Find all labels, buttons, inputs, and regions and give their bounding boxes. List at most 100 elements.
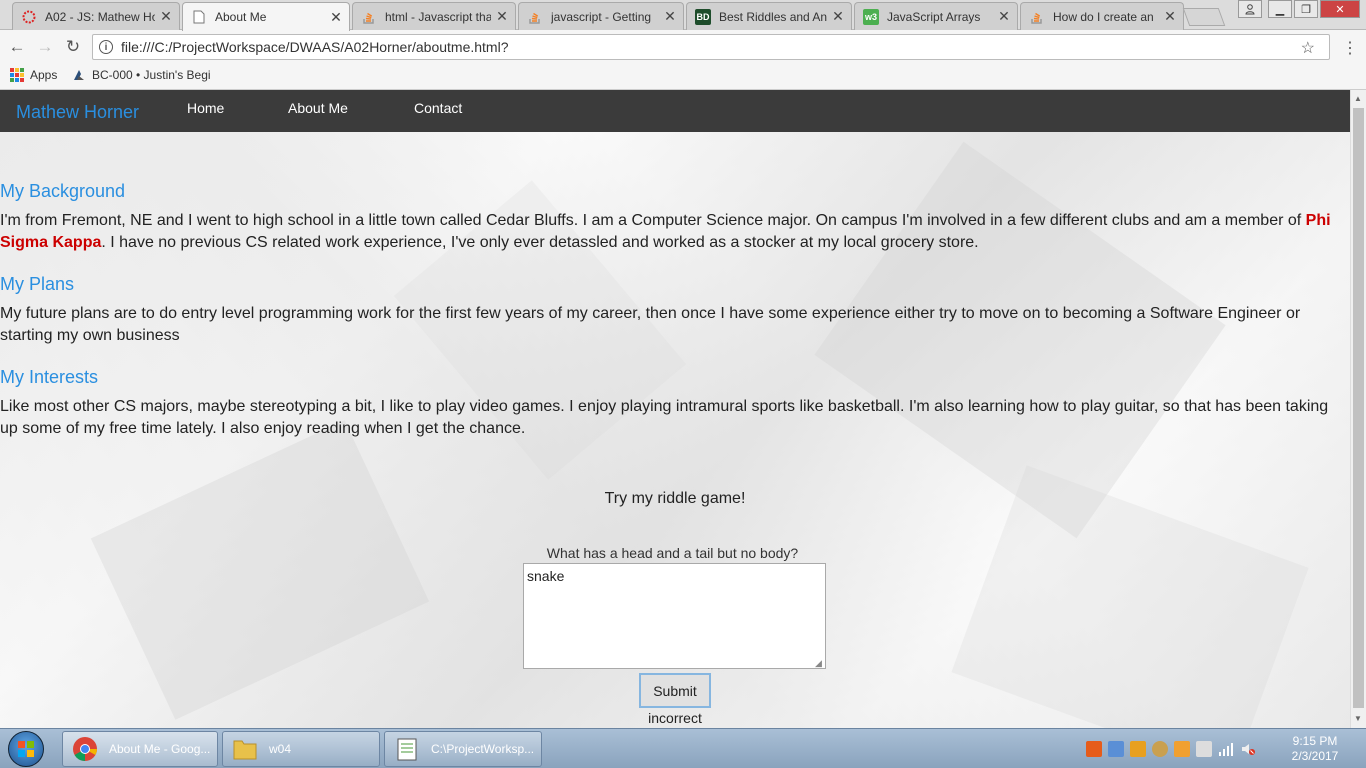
forward-arrow-icon[interactable]: → (34, 36, 56, 58)
taskbar-label: C:\ProjectWorksp... (431, 742, 535, 756)
signal-bars-icon[interactable] (1218, 741, 1234, 757)
stackoverflow-icon (1029, 9, 1045, 25)
tab-title: How do I create an (1053, 9, 1154, 24)
apps-grid-icon (10, 68, 24, 82)
folder-icon (231, 735, 259, 763)
plans-heading: My Plans (0, 274, 75, 294)
bookmark-bc000[interactable]: BC-000 • Justin's Begi (72, 68, 211, 82)
xampp-icon[interactable] (1086, 741, 1102, 757)
tab-javascript-arrays[interactable]: w3 JavaScript Arrays ✕ (854, 2, 1018, 30)
tab-title: Best Riddles and An (719, 9, 827, 24)
address-bar[interactable]: i file:///C:/ProjectWorkspace/DWAAS/A02H… (92, 34, 1330, 60)
tab-about-me[interactable]: About Me ✕ (182, 2, 350, 31)
update-icon[interactable] (1130, 741, 1146, 757)
chrome-icon (71, 735, 99, 763)
clock-time: 9:15 PM (1292, 734, 1338, 748)
tab-how-do-i-create[interactable]: How do I create an ✕ (1020, 2, 1184, 30)
tab-title: javascript - Getting (551, 9, 652, 24)
windows-taskbar: About Me - Goog... w04 C:\ProjectWorksp.… (0, 728, 1366, 768)
ring-icon (21, 9, 37, 25)
background-facet (90, 420, 430, 720)
riddle-result: incorrect (648, 710, 702, 726)
tab-a02[interactable]: A02 - JS: Mathew Ho ✕ (12, 2, 180, 30)
close-icon[interactable]: ✕ (159, 8, 173, 25)
taskbar-folder[interactable]: w04 (222, 731, 380, 767)
restore-icon[interactable]: ❐ (1294, 0, 1318, 18)
site-brand[interactable]: Mathew Horner (16, 102, 139, 123)
stackoverflow-icon (527, 9, 543, 25)
riddle-answer-input[interactable] (523, 563, 826, 669)
device-icon[interactable] (1196, 741, 1212, 757)
start-button[interactable] (8, 731, 44, 767)
url-text: file:///C:/ProjectWorkspace/DWAAS/A02Hor… (121, 39, 509, 55)
minimize-icon[interactable]: ▁ (1268, 0, 1292, 18)
riddle-question: What has a head and a tail but no body? (546, 545, 799, 561)
close-icon[interactable]: ✕ (663, 8, 677, 25)
taskbar-label: About Me - Goog... (109, 742, 211, 756)
browser-toolbar: ← → ↻ i file:///C:/ProjectWorkspace/DWAA… (0, 30, 1366, 64)
page-icon (191, 9, 207, 25)
background-heading: My Background (0, 181, 126, 201)
background-text-part: I'm from Fremont, NE and I went to high … (0, 212, 1306, 229)
bookmark-label: BC-000 • Justin's Begi (92, 68, 211, 82)
w3-icon: w3 (863, 8, 879, 25)
interests-heading: My Interests (0, 367, 99, 387)
tab-title: A02 - JS: Mathew Ho (45, 9, 155, 24)
scroll-up-icon[interactable]: ▲ (1354, 94, 1362, 103)
tab-title: About Me (215, 10, 267, 24)
bookmark-apps[interactable]: Apps (10, 68, 57, 82)
clock-date: 2/3/2017 (1291, 749, 1339, 763)
app-tray-icon[interactable] (1152, 741, 1168, 757)
scrollbar-thumb[interactable] (1353, 108, 1364, 708)
submit-button[interactable]: Submit (639, 673, 711, 708)
menu-dots-icon[interactable]: ⋮ (1342, 38, 1358, 58)
main-content: My Background I'm from Fremont, NE and I… (0, 180, 1340, 459)
page-scrollbar[interactable]: ▲ ▼ (1350, 90, 1366, 728)
close-icon[interactable]: ✕ (329, 9, 343, 26)
riddle-section: Try my riddle game! (0, 490, 1350, 508)
nav-about-me[interactable]: About Me (288, 100, 348, 116)
user-icon[interactable] (1238, 0, 1262, 18)
close-icon[interactable]: ✕ (495, 8, 509, 25)
browser-tab-strip: A02 - JS: Mathew Ho ✕ About Me ✕ html - … (0, 0, 1366, 31)
background-text: I'm from Fremont, NE and I went to high … (0, 210, 1340, 254)
bookmark-favicon-icon (72, 68, 86, 82)
back-arrow-icon[interactable]: ← (6, 36, 28, 58)
background-text-part: . I have no previous CS related work exp… (101, 234, 979, 251)
riddle-title: Try my riddle game! (604, 490, 746, 507)
close-icon[interactable]: ✕ (1163, 8, 1177, 25)
taskbar-chrome[interactable]: About Me - Goog... (62, 731, 218, 767)
nav-contact[interactable]: Contact (414, 100, 462, 116)
close-icon[interactable]: ✕ (997, 8, 1011, 25)
window-close-icon[interactable]: ✕ (1320, 0, 1360, 18)
taskbar-label: w04 (269, 742, 292, 756)
tab-javascript-getting[interactable]: javascript - Getting ✕ (518, 2, 684, 30)
reload-icon[interactable]: ↻ (62, 36, 84, 58)
tab-title: JavaScript Arrays (887, 9, 981, 24)
shield-icon[interactable] (1174, 741, 1190, 757)
system-tray (1086, 741, 1256, 757)
bookmarks-bar: Apps BC-000 • Justin's Begi (0, 64, 1366, 90)
stackoverflow-icon (361, 9, 377, 25)
bookmark-star-icon[interactable]: ☆ (1301, 38, 1315, 58)
network-manager-icon[interactable] (1108, 741, 1124, 757)
bookmark-label: Apps (30, 68, 58, 82)
close-icon[interactable]: ✕ (831, 8, 845, 25)
info-icon[interactable]: i (99, 40, 113, 54)
scroll-down-icon[interactable]: ▼ (1354, 714, 1362, 723)
volume-muted-icon[interactable] (1240, 741, 1256, 757)
interests-text: Like most other CS majors, maybe stereot… (0, 398, 1329, 437)
plans-text: My future plans are to do entry level pr… (0, 305, 1301, 344)
tab-best-riddles[interactable]: BD Best Riddles and An ✕ (686, 2, 852, 30)
tab-title: html - Javascript tha (385, 9, 491, 24)
resize-handle-icon[interactable]: ◢ (815, 658, 822, 669)
new-tab-button[interactable] (1182, 8, 1226, 26)
windows-logo-icon (18, 741, 34, 757)
notepad-icon (393, 735, 421, 763)
nav-home[interactable]: Home (187, 100, 224, 116)
tab-html-javascript[interactable]: html - Javascript tha ✕ (352, 2, 516, 30)
bd-icon: BD (695, 8, 711, 25)
site-navbar: Mathew Horner Home About Me Contact (0, 90, 1350, 132)
system-clock[interactable]: 9:15 PM 2/3/2017 (1280, 734, 1350, 764)
taskbar-notepad[interactable]: C:\ProjectWorksp... (384, 731, 542, 767)
